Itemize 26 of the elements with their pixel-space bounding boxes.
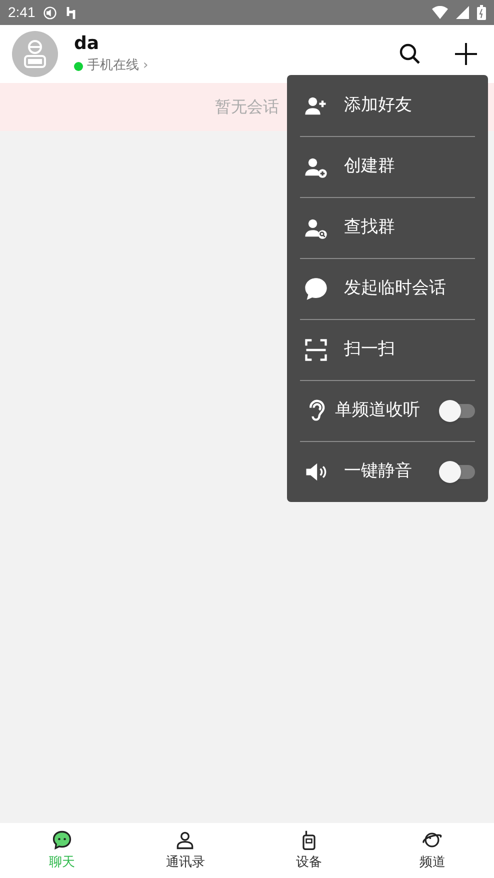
search-icon[interactable] xyxy=(398,42,422,66)
toggle-switch[interactable] xyxy=(439,400,475,422)
menu-label: 一键静音 xyxy=(344,460,412,484)
chevron-text: › xyxy=(143,57,148,76)
menu-item[interactable]: 查找群 xyxy=(300,198,475,258)
signal-icon xyxy=(456,6,469,19)
plus-icon[interactable] xyxy=(454,42,478,66)
user-name: da xyxy=(74,32,100,56)
status-time: 2:41 xyxy=(8,3,36,22)
battery-icon xyxy=(477,5,486,20)
toggle-switch[interactable] xyxy=(439,461,475,483)
nav-tab[interactable]: 设备 xyxy=(247,823,370,878)
online-status[interactable]: 手机在线 xyxy=(87,56,139,76)
chat-icon xyxy=(50,828,73,851)
menu-label: 单频道收听 xyxy=(335,399,420,422)
nav-tab[interactable]: 频道 xyxy=(370,823,494,878)
menu-item[interactable]: 扫一扫 xyxy=(300,320,475,380)
empty-message: 暂无会话 xyxy=(215,96,279,118)
menu-item[interactable]: 添加好友 xyxy=(300,75,475,136)
menu-item[interactable]: 创建群 xyxy=(300,137,475,197)
menu-item[interactable]: 发起临时会话 xyxy=(300,259,475,319)
wifi-icon xyxy=(432,6,448,19)
nav-tab[interactable]: 通讯录 xyxy=(124,823,247,878)
chat-bubble-icon xyxy=(303,276,329,302)
scan-icon xyxy=(303,337,329,363)
sound-icon xyxy=(43,6,58,20)
